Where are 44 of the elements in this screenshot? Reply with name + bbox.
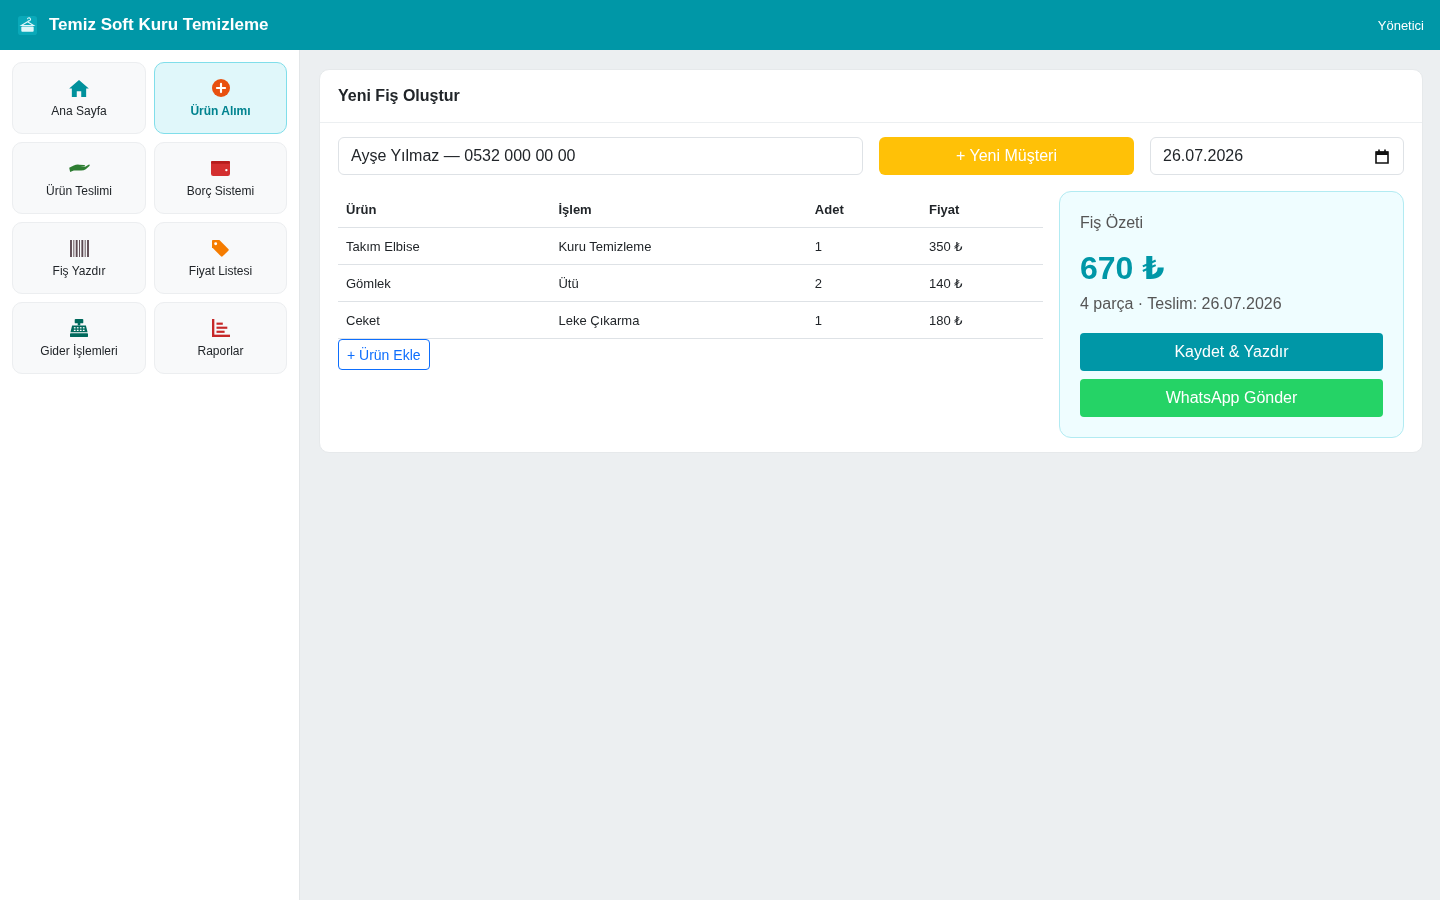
column-header: Adet xyxy=(806,191,921,228)
plus-circle-icon xyxy=(211,79,230,97)
table-cell: 1 xyxy=(806,301,921,339)
bar-chart-icon xyxy=(211,319,230,337)
calendar-icon[interactable] xyxy=(1375,148,1389,164)
home-icon xyxy=(69,79,89,97)
table-cell: Takım Elbise xyxy=(338,227,551,265)
total-amount: 670 ₺ xyxy=(1080,249,1165,288)
table-cell: Gömlek xyxy=(338,264,551,302)
tag-icon xyxy=(212,239,229,257)
table-cell: Kuru Temizleme xyxy=(550,227,807,265)
summary-details: 4 parça · Teslim: 26.07.2026 xyxy=(1080,294,1282,314)
table-cell: Leke Çıkarma xyxy=(550,301,807,339)
table-cell: Ütü xyxy=(550,264,807,302)
card-title: Yeni Fiş Oluştur xyxy=(338,87,460,105)
nav-tile[interactable]: Raporlar xyxy=(154,302,287,374)
nav-tile[interactable]: Ürün Teslimi xyxy=(12,142,146,214)
save-print-button[interactable]: Kaydet & Yazdır xyxy=(1080,333,1383,371)
barcode-icon xyxy=(69,239,89,257)
cash-register-icon xyxy=(70,319,88,337)
table-cell: 350 ₺ xyxy=(921,227,1043,265)
column-header: İşlem xyxy=(550,191,807,228)
date-field[interactable]: 26.07.2026 xyxy=(1150,137,1404,175)
app-title: Temiz Soft Kuru Temizleme xyxy=(49,15,269,35)
nav-tile[interactable]: Ana Sayfa xyxy=(12,62,146,134)
nav-tile[interactable]: Borç Sistemi xyxy=(154,142,287,214)
column-header: Ürün xyxy=(338,191,551,228)
table-cell: 2 xyxy=(806,264,921,302)
table-cell: 180 ₺ xyxy=(921,301,1043,339)
add-item-button[interactable]: + Ürün Ekle xyxy=(338,339,430,370)
wallet-icon xyxy=(211,160,230,176)
summary-title: Fiş Özeti xyxy=(1080,213,1144,233)
user-name: Yönetici xyxy=(1377,17,1424,33)
nav-tile[interactable]: Fiş Yazdır xyxy=(12,222,146,294)
nav-tile[interactable]: Gider İşlemleri xyxy=(12,302,146,374)
hanger-basket-icon xyxy=(18,15,37,35)
table-cell: Ceket xyxy=(338,301,551,339)
customer-field[interactable]: Ayşe Yılmaz — 0532 000 00 00 xyxy=(338,137,863,175)
column-header: Fiyat xyxy=(921,191,1043,228)
table-cell: 1 xyxy=(806,227,921,265)
hand-icon xyxy=(68,164,90,172)
nav-tile[interactable]: Ürün Alımı xyxy=(154,62,287,134)
table-cell: 140 ₺ xyxy=(921,264,1043,302)
nav-tile[interactable]: Fiyat Listesi xyxy=(154,222,287,294)
